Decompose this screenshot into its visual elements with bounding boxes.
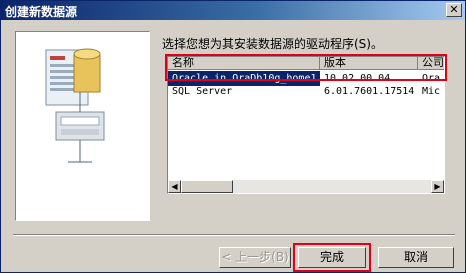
button-separator xyxy=(13,234,455,236)
database-computer-icon xyxy=(45,48,105,163)
driver-illustration xyxy=(15,31,150,221)
finish-button[interactable]: 完成 xyxy=(298,247,366,268)
arrow-left-icon: ◀ xyxy=(171,182,178,191)
driver-list[interactable]: 名称 版本 公司 Oracle in OraDb10g_home1 10.02.… xyxy=(167,56,445,194)
close-button[interactable]: ✕ xyxy=(446,3,462,17)
driver-row-sqlserver[interactable]: SQL Server 6.01.7601.17514 Mic xyxy=(168,84,444,99)
list-header: 名称 版本 公司 xyxy=(168,57,444,70)
column-header-name[interactable]: 名称 xyxy=(168,57,320,70)
driver-version: 6.01.7601.17514 xyxy=(324,86,415,97)
title-bar[interactable]: 创建新数据源 ✕ xyxy=(1,1,465,20)
scrollbar-thumb[interactable] xyxy=(181,180,233,193)
scroll-left-button[interactable]: ◀ xyxy=(168,180,181,193)
cancel-button[interactable]: 取消 xyxy=(378,247,454,268)
driver-prompt: 选择您想为其安装数据源的驱动程序(S)。 xyxy=(162,37,383,51)
create-data-source-dialog: 创建新数据源 ✕ 选择您想为其安装数据源的驱动程序(S)。 名称 版本 公司 O… xyxy=(0,0,466,273)
window-title: 创建新数据源 xyxy=(5,5,78,19)
column-header-company[interactable]: 公司 xyxy=(418,57,444,70)
driver-company: Mic xyxy=(422,86,441,97)
scroll-right-button[interactable]: ▶ xyxy=(431,180,444,193)
arrow-right-icon: ▶ xyxy=(434,182,441,191)
horizontal-scrollbar[interactable]: ◀ ▶ xyxy=(168,180,444,193)
driver-name: SQL Server xyxy=(172,86,233,97)
back-button[interactable]: < 上一步(B) xyxy=(219,247,291,268)
column-header-version[interactable]: 版本 xyxy=(320,57,418,70)
close-icon: ✕ xyxy=(449,3,459,16)
